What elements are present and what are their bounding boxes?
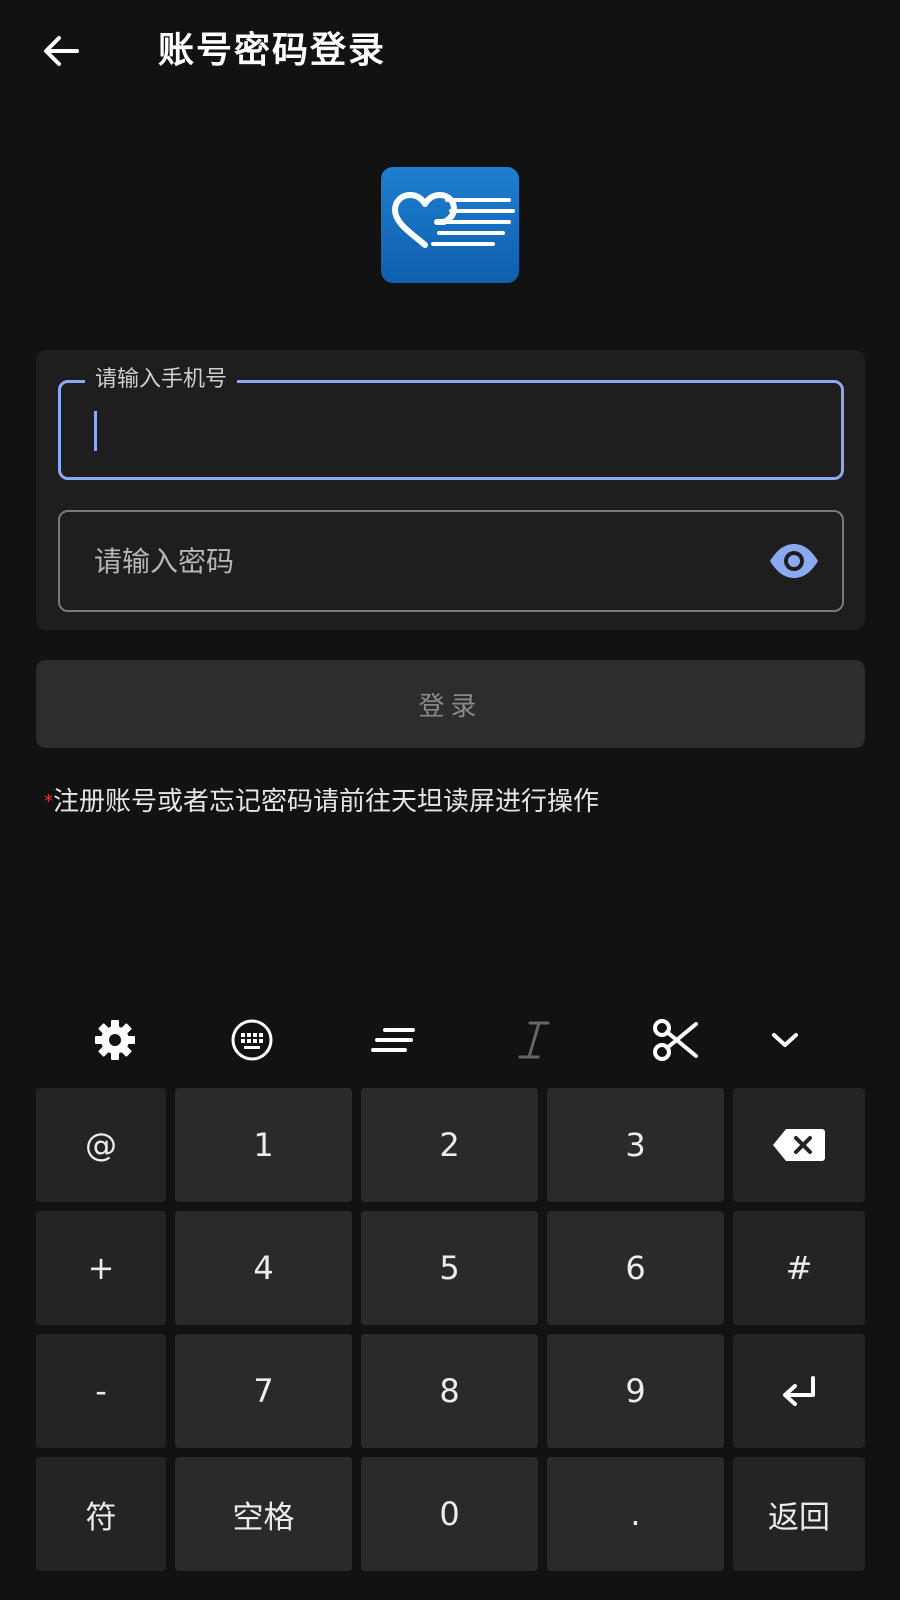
key-dot[interactable]: . — [547, 1457, 724, 1571]
required-asterisk: * — [44, 791, 53, 812]
italic-cursor-icon — [518, 1021, 550, 1059]
cut-button[interactable] — [646, 1010, 706, 1070]
password-input[interactable] — [94, 512, 734, 610]
key-4[interactable]: 4 — [175, 1211, 352, 1325]
gear-icon — [95, 1020, 135, 1060]
key-7[interactable]: 7 — [175, 1334, 352, 1448]
key-3[interactable]: 3 — [547, 1088, 724, 1202]
key-at[interactable]: @ — [36, 1088, 166, 1202]
keyboard-toolbar — [0, 1010, 900, 1072]
text-lines-icon — [371, 1028, 415, 1052]
chevron-down-icon — [772, 1033, 798, 1047]
cursor-mode-button[interactable] — [504, 1010, 564, 1070]
key-5[interactable]: 5 — [361, 1211, 538, 1325]
key-hash[interactable]: # — [733, 1211, 865, 1325]
eye-icon — [770, 544, 818, 578]
heart-lines-logo — [392, 192, 515, 248]
login-screen: 账号密码登录 请输入手机号 登录 *注册账号或者忘记密码请前往天坦读屏进行操作 … — [0, 0, 900, 1600]
key-9[interactable]: 9 — [547, 1334, 724, 1448]
app-header: 账号密码登录 — [0, 0, 900, 100]
numeric-keyboard: @ 1 2 3 + 4 5 6 # - 7 8 9 符 空格 0 . 返回 — [0, 1088, 900, 1578]
back-button[interactable] — [36, 26, 86, 76]
symbols-key[interactable]: 符 — [36, 1457, 166, 1571]
key-minus[interactable]: - — [36, 1334, 166, 1448]
hide-keyboard-button[interactable] — [755, 1010, 815, 1070]
text-editing-button[interactable] — [363, 1010, 423, 1070]
return-key[interactable]: 返回 — [733, 1457, 865, 1571]
app-logo — [381, 167, 519, 283]
password-field[interactable] — [58, 510, 844, 612]
notice-text: 注册账号或者忘记密码请前往天坦读屏进行操作 — [53, 787, 600, 817]
key-0[interactable]: 0 — [361, 1457, 538, 1571]
keyboard-settings-button[interactable] — [85, 1010, 145, 1070]
space-key[interactable]: 空格 — [175, 1457, 352, 1571]
keyboard-switch-button[interactable] — [222, 1010, 282, 1070]
page-title: 账号密码登录 — [158, 30, 387, 71]
text-caret — [94, 411, 97, 451]
key-8[interactable]: 8 — [361, 1334, 538, 1448]
login-button[interactable]: 登录 — [36, 660, 865, 748]
phone-input[interactable] — [105, 383, 805, 477]
keyboard-icon — [231, 1019, 273, 1061]
key-1[interactable]: 1 — [175, 1088, 352, 1202]
register-notice: *注册账号或者忘记密码请前往天坦读屏进行操作 — [44, 784, 599, 820]
backspace-key[interactable] — [733, 1088, 865, 1202]
login-form: 请输入手机号 — [36, 350, 865, 630]
key-6[interactable]: 6 — [547, 1211, 724, 1325]
key-2[interactable]: 2 — [361, 1088, 538, 1202]
toggle-password-visibility-button[interactable] — [768, 542, 820, 580]
phone-field[interactable]: 请输入手机号 — [58, 365, 844, 480]
scissors-icon — [653, 1019, 698, 1061]
backspace-icon — [773, 1129, 825, 1161]
key-plus[interactable]: + — [36, 1211, 166, 1325]
arrow-left-icon — [44, 36, 79, 66]
enter-icon — [783, 1376, 815, 1406]
enter-key[interactable] — [733, 1334, 865, 1448]
